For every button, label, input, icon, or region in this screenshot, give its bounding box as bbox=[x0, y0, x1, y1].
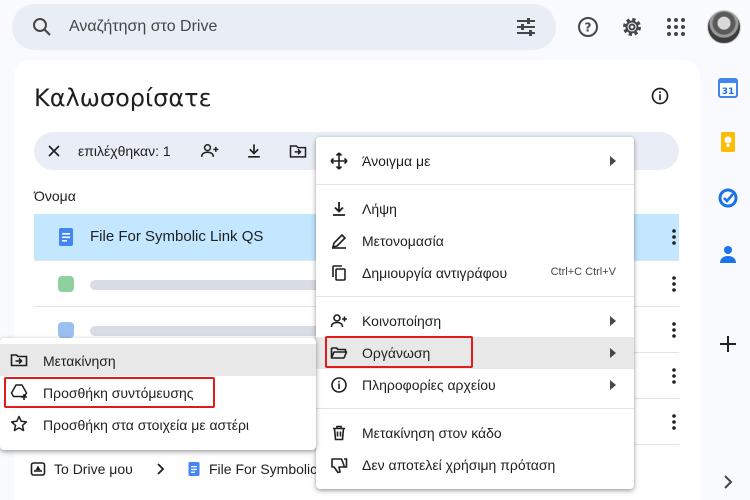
menu-item-label: Λήψη bbox=[362, 201, 397, 217]
menu-item-label: Κοινοποίηση bbox=[362, 313, 442, 329]
trash-icon bbox=[333, 425, 345, 441]
side-panel: 31 bbox=[708, 60, 750, 500]
google-docs-icon bbox=[188, 462, 200, 476]
info-icon bbox=[331, 377, 347, 393]
submenu-arrow-icon bbox=[610, 380, 616, 390]
svg-text:31: 31 bbox=[722, 87, 735, 97]
submenu-item-move[interactable]: Μετακίνηση bbox=[0, 344, 316, 376]
rename-icon bbox=[331, 233, 347, 249]
menu-item-label: Δημιουργία αντιγράφου bbox=[362, 265, 508, 281]
move-to-folder-icon[interactable] bbox=[288, 141, 308, 161]
menu-item-label: Μετακίνηση στον κάδο bbox=[362, 425, 502, 441]
more-actions-icon[interactable] bbox=[664, 412, 684, 432]
details-info-icon[interactable] bbox=[650, 86, 670, 106]
menu-item-download[interactable]: Λήψη bbox=[316, 193, 634, 225]
submenu-item-label: Μετακίνηση bbox=[43, 353, 116, 369]
calendar-icon[interactable]: 31 bbox=[716, 76, 740, 100]
breadcrumb-current-file[interactable]: File For Symbolic bbox=[209, 461, 317, 477]
chevron-right-icon[interactable] bbox=[716, 470, 740, 494]
submenu-item-add-to-starred[interactable]: Προσθήκη στα στοιχεία με αστέρι bbox=[0, 408, 316, 440]
file-name: File For Symbolic Link QS bbox=[90, 228, 264, 245]
google-docs-icon bbox=[59, 228, 73, 246]
contacts-icon[interactable] bbox=[716, 242, 740, 266]
add-addon-icon[interactable] bbox=[716, 332, 740, 356]
blurred-file-icon bbox=[58, 322, 74, 338]
search-bar[interactable]: Αναζήτηση στο Drive bbox=[12, 4, 556, 50]
name-column-header[interactable]: Όνομα bbox=[34, 188, 76, 204]
move-arrows-icon bbox=[330, 152, 348, 170]
download-icon[interactable] bbox=[244, 141, 264, 161]
submenu-arrow-icon bbox=[610, 156, 616, 166]
page-title: Καλωσορίσατε bbox=[34, 84, 212, 112]
menu-item-label: Πληροφορίες αρχείου bbox=[362, 377, 496, 393]
submenu-arrow-icon bbox=[610, 348, 616, 358]
clear-selection-icon[interactable] bbox=[44, 141, 64, 161]
menu-item-file-info[interactable]: Πληροφορίες αρχείου bbox=[316, 369, 634, 401]
menu-item-label: Μετονομασία bbox=[362, 233, 444, 249]
search-input[interactable]: Αναζήτηση στο Drive bbox=[69, 18, 217, 36]
tasks-icon[interactable] bbox=[716, 186, 740, 210]
share-person-add-icon[interactable] bbox=[200, 141, 220, 161]
menu-item-make-copy[interactable]: Δημιουργία αντιγράφου Ctrl+C Ctrl+V bbox=[316, 257, 634, 289]
star-icon bbox=[10, 415, 28, 432]
menu-divider bbox=[316, 184, 634, 185]
move-folder-icon bbox=[10, 354, 28, 367]
context-menu: Άνοιγμα με Λήψη Μετονομασία Δημιουργία α… bbox=[316, 137, 634, 489]
my-drive-icon bbox=[30, 462, 46, 476]
chevron-right-icon bbox=[157, 463, 165, 475]
more-actions-icon[interactable] bbox=[664, 227, 684, 247]
menu-divider bbox=[316, 408, 634, 409]
top-bar: Αναζήτηση στο Drive ? bbox=[0, 0, 750, 58]
menu-item-move-to-trash[interactable]: Μετακίνηση στον κάδο bbox=[316, 417, 634, 449]
breadcrumb: Το Drive μου File For Symbolic bbox=[0, 446, 317, 492]
keep-icon[interactable] bbox=[716, 130, 740, 154]
more-actions-icon[interactable] bbox=[664, 320, 684, 340]
settings-gear-icon[interactable] bbox=[620, 15, 644, 39]
blurred-file-name bbox=[90, 280, 340, 290]
svg-text:?: ? bbox=[585, 21, 592, 35]
breadcrumb-my-drive[interactable]: Το Drive μου bbox=[54, 461, 133, 477]
submenu-item-label: Προσθήκη στα στοιχεία με αστέρι bbox=[43, 417, 250, 433]
highlight-box-organize bbox=[325, 336, 473, 368]
menu-item-rename[interactable]: Μετονομασία bbox=[316, 225, 634, 257]
account-avatar[interactable] bbox=[707, 10, 741, 44]
keyboard-shortcut: Ctrl+C Ctrl+V bbox=[550, 266, 616, 278]
blurred-file-icon bbox=[58, 276, 74, 292]
apps-grid-icon[interactable] bbox=[664, 15, 688, 39]
search-options-icon[interactable] bbox=[514, 15, 538, 39]
highlight-box-add-shortcut bbox=[4, 377, 215, 408]
blurred-file-name bbox=[90, 326, 320, 336]
thumb-down-icon bbox=[331, 458, 348, 474]
download-icon bbox=[333, 202, 345, 216]
menu-divider bbox=[316, 296, 634, 297]
menu-item-share[interactable]: Κοινοποίηση bbox=[316, 305, 634, 337]
help-icon[interactable]: ? bbox=[576, 15, 600, 39]
menu-item-label: Άνοιγμα με bbox=[362, 153, 431, 169]
submenu-arrow-icon bbox=[610, 316, 616, 326]
person-add-icon bbox=[330, 314, 347, 328]
selection-count: επιλέχθηκαν: 1 bbox=[78, 143, 171, 159]
menu-item-label: Δεν αποτελεί χρήσιμη πρόταση bbox=[362, 457, 556, 473]
more-actions-icon[interactable] bbox=[664, 274, 684, 294]
search-icon[interactable] bbox=[30, 15, 54, 39]
more-actions-icon[interactable] bbox=[664, 366, 684, 386]
menu-item-not-helpful[interactable]: Δεν αποτελεί χρήσιμη πρόταση bbox=[316, 449, 634, 481]
copy-icon bbox=[332, 265, 346, 281]
menu-item-open-with[interactable]: Άνοιγμα με bbox=[316, 145, 634, 177]
